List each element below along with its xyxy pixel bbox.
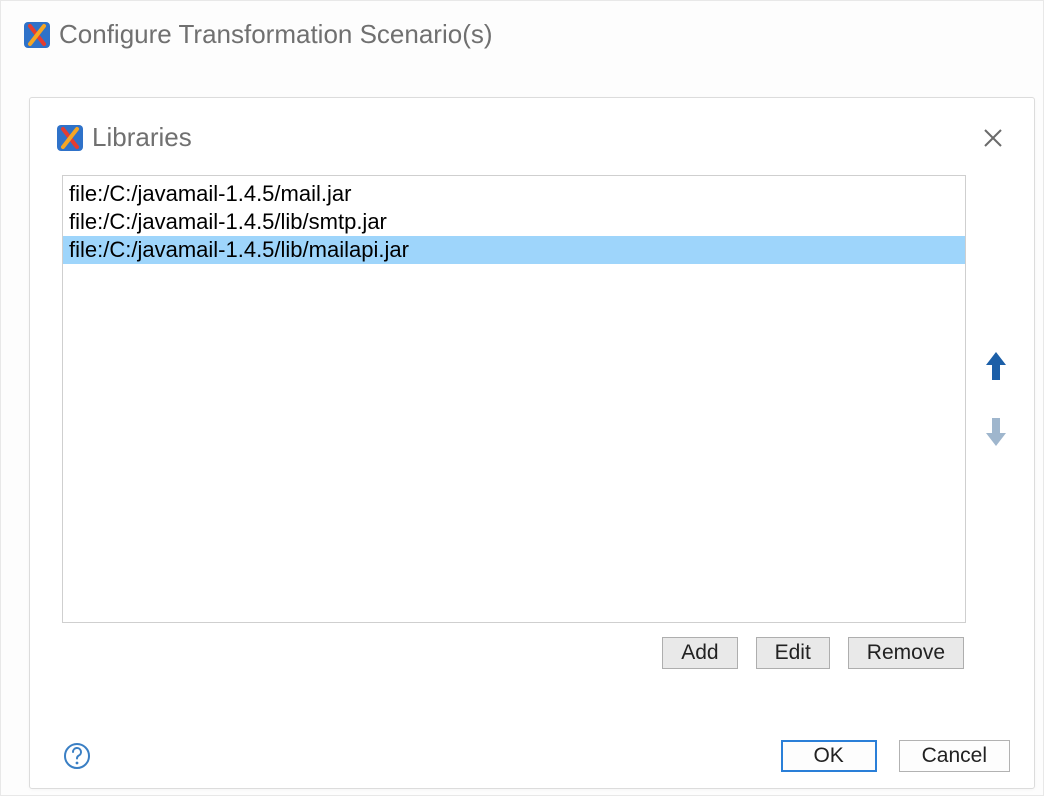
move-up-icon[interactable] (980, 348, 1012, 384)
parent-window: Configure Transformation Scenario(s) Lib… (0, 0, 1044, 796)
parent-titlebar: Configure Transformation Scenario(s) (1, 1, 1043, 62)
add-button[interactable]: Add (662, 637, 737, 669)
help-icon[interactable] (62, 741, 92, 771)
move-down-icon[interactable] (980, 414, 1012, 450)
parent-window-title: Configure Transformation Scenario(s) (59, 19, 493, 50)
app-icon (56, 124, 84, 152)
list-item[interactable]: file:/C:/javamail-1.4.5/mail.jar (63, 180, 965, 208)
footer-buttons: OK Cancel (781, 740, 1010, 772)
dialog-title: Libraries (92, 122, 192, 153)
list-item[interactable]: file:/C:/javamail-1.4.5/lib/smtp.jar (63, 208, 965, 236)
edit-button[interactable]: Edit (756, 637, 830, 669)
libraries-list[interactable]: file:/C:/javamail-1.4.5/mail.jarfile:/C:… (62, 175, 966, 623)
dialog-content: file:/C:/javamail-1.4.5/mail.jarfile:/C:… (30, 165, 1034, 623)
remove-button[interactable]: Remove (848, 637, 964, 669)
app-icon (23, 21, 51, 49)
dialog-titlebar: Libraries (30, 98, 1034, 165)
libraries-dialog: Libraries file:/C:/javamail-1.4.5/mail.j… (29, 97, 1035, 789)
reorder-controls (966, 175, 1018, 623)
dialog-footer: OK Cancel (62, 740, 1010, 772)
list-button-row: Add Edit Remove (30, 623, 1034, 669)
cancel-button[interactable]: Cancel (899, 740, 1010, 772)
list-item[interactable]: file:/C:/javamail-1.4.5/lib/mailapi.jar (63, 236, 965, 264)
close-icon[interactable] (980, 125, 1006, 151)
ok-button[interactable]: OK (781, 740, 877, 772)
